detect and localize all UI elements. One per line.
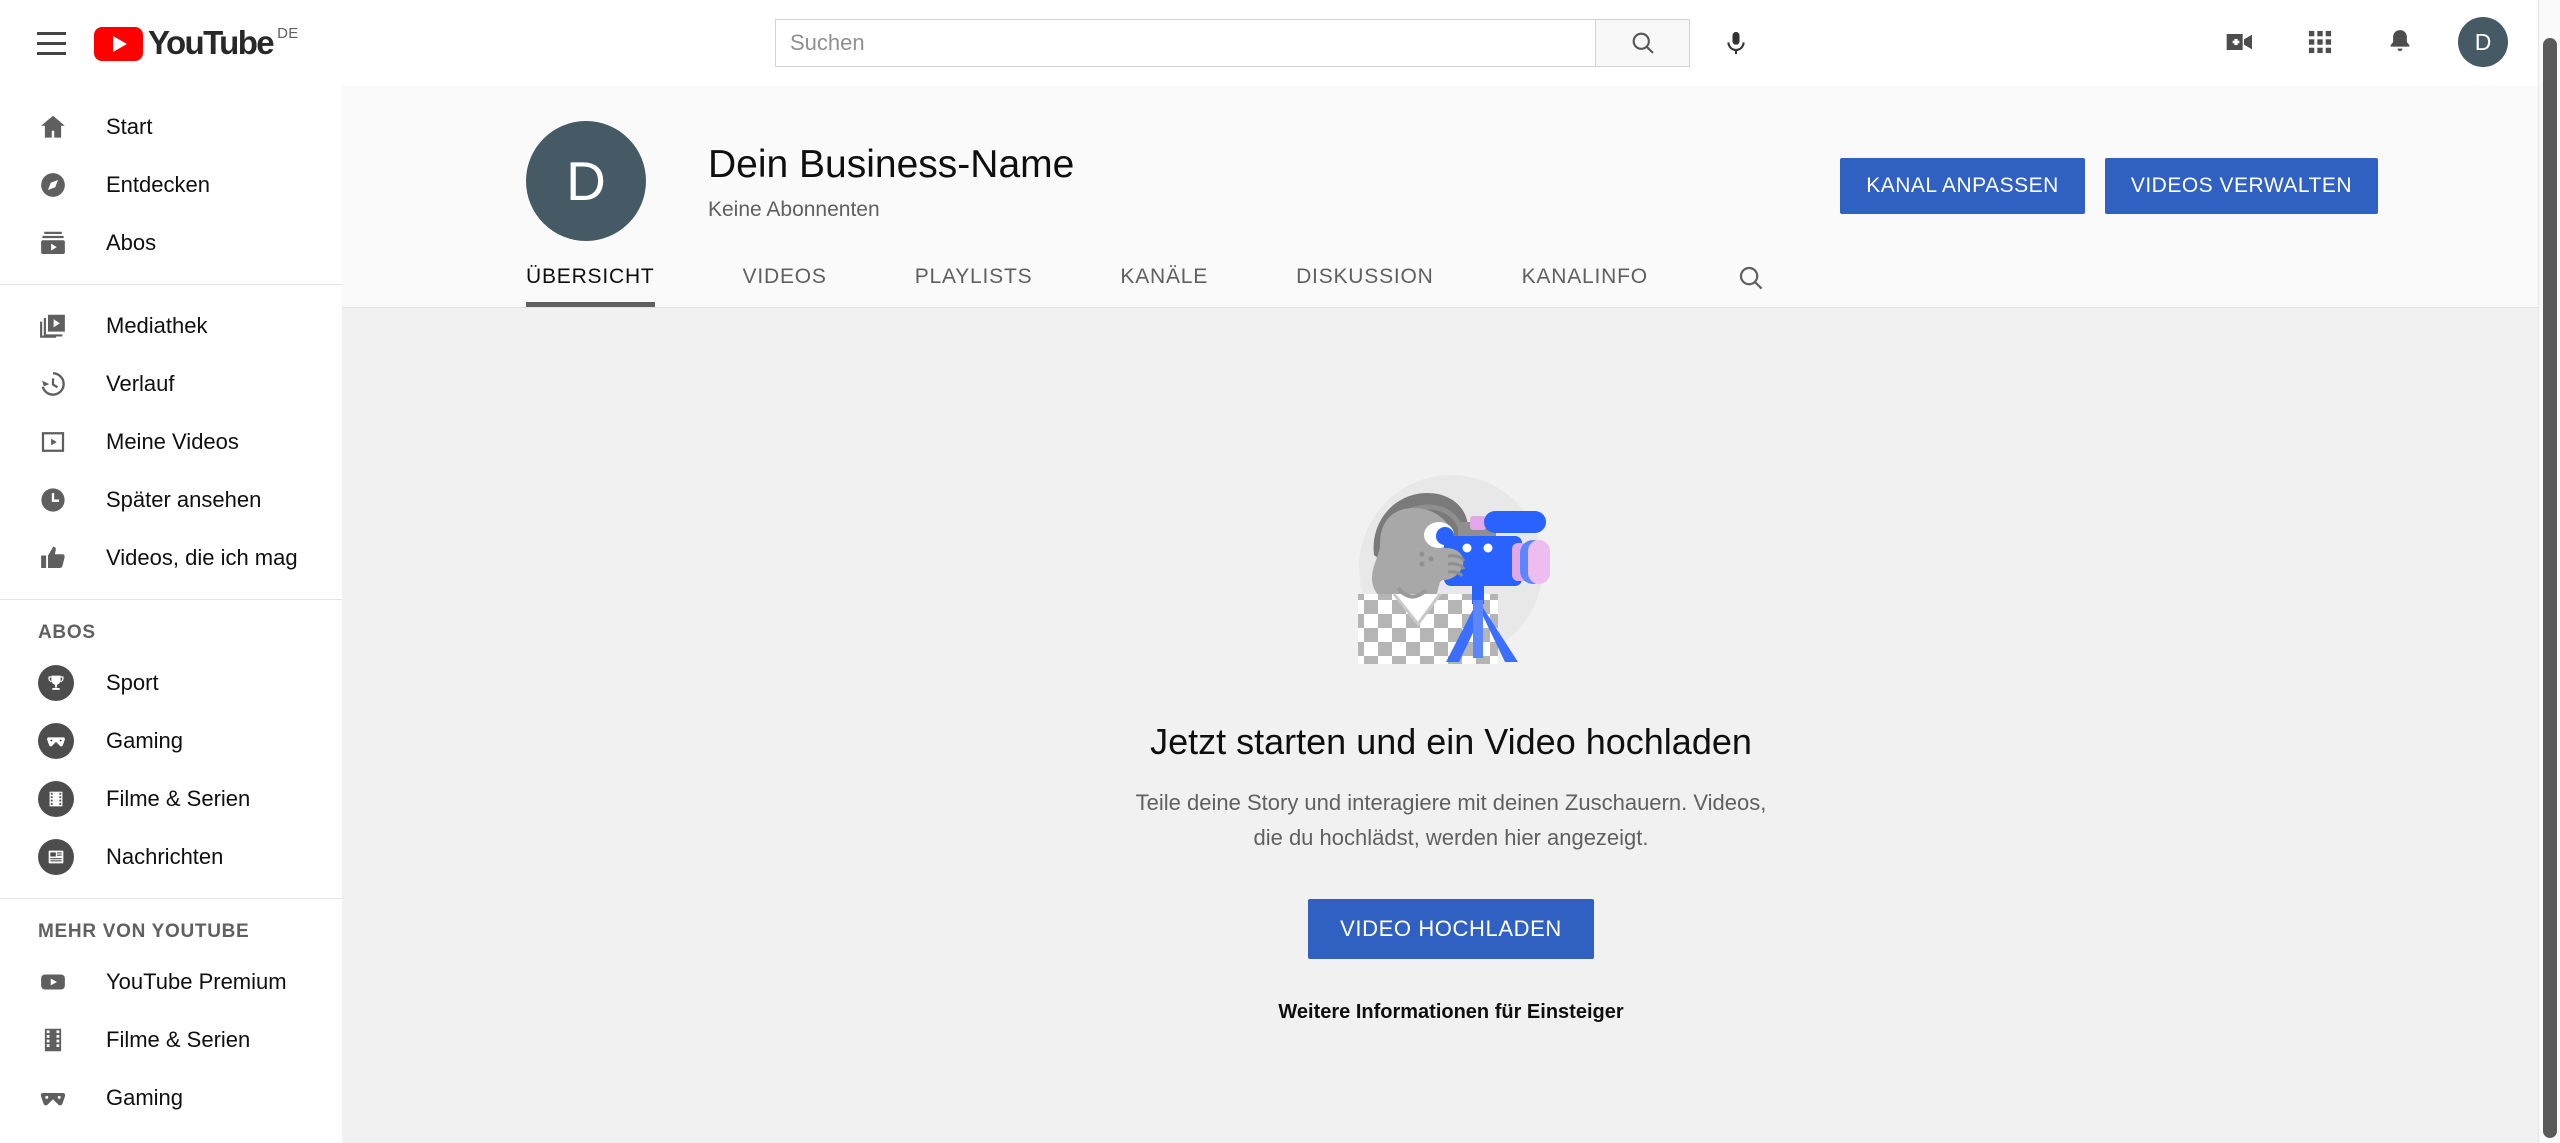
sidebar-item-youtube-premium[interactable]: YouTube Premium [0,953,342,1011]
youtube-apps-button[interactable] [2298,20,2342,64]
microphone-icon [1727,31,1745,55]
sidebar-more-section: YouTube Premium Filme & Serien Gaming [0,953,342,1139]
gamepad-icon [38,723,78,759]
history-icon [38,369,78,399]
youtube-premium-icon [38,967,78,997]
sidebar-item-abos[interactable]: Abos [0,214,342,272]
page-scrollbar[interactable] [2538,0,2560,1143]
sidebar-main-section: Start Entdecken Abos [0,86,342,284]
tab-videos[interactable]: VIDEOS [743,265,827,307]
channel-meta: Dein Business-Name Keine Abonnenten [708,141,1074,222]
sidebar-label: YouTube Premium [106,969,287,994]
sidebar-item-mediathek[interactable]: Mediathek [0,297,342,355]
sidebar-item-filme-serien-abo[interactable]: Filme & Serien [0,770,342,828]
person-with-video-camera-illustration [1358,475,1550,664]
sidebar-label: Meine Videos [106,429,239,454]
sidebar-item-gaming-abo[interactable]: Gaming [0,712,342,770]
sidebar-item-nachrichten[interactable]: Nachrichten [0,828,342,886]
sidebar-label: Videos, die ich mag [106,545,298,570]
sidebar-label: Entdecken [106,172,210,197]
video-add-icon [2226,34,2252,50]
sidebar-label: Mediathek [106,313,208,338]
empty-state-title: Jetzt starten und ein Video hochladen [1150,721,1752,762]
sidebar-subscriptions-section: Sport Gaming Filme & Serien Nachrichten [0,654,342,898]
upload-video-button[interactable]: VIDEO HOCHLADEN [1308,899,1594,959]
sidebar-label: Verlauf [106,371,175,396]
compass-icon [38,170,78,200]
sidebar-library-section: Mediathek Verlauf Meine Videos Später an… [0,285,342,599]
search-area [775,19,1760,67]
sidebar-section-header-more: MEHR VON YOUTUBE [38,921,250,942]
thumbs-up-icon [38,543,78,573]
account-avatar[interactable]: D [2458,17,2508,67]
gamepad-icon [38,1083,78,1113]
main-content: D Dein Business-Name Keine Abonnenten KA… [342,86,2560,1143]
channel-tabs: ÜBERSICHT VIDEOS PLAYLISTS KANÄLE DISKUS… [342,234,2560,308]
sidebar-item-verlauf[interactable]: Verlauf [0,355,342,413]
sidebar-item-spaeter-ansehen[interactable]: Später ansehen [0,471,342,529]
film-icon [38,781,78,817]
sidebar-section-header-abos: ABOS [38,622,96,643]
tab-kanalinfo[interactable]: KANALINFO [1522,265,1648,307]
sidebar-label: Sport [106,670,159,695]
sidebar-label: Filme & Serien [106,786,251,811]
sidebar-item-filme-serien-more[interactable]: Filme & Serien [0,1011,342,1069]
tab-playlists[interactable]: PLAYLISTS [915,265,1033,307]
top-right-actions: D [2218,17,2508,67]
empty-state-description: Teile deine Story und interagiere mit de… [1135,790,1767,850]
my-videos-icon [38,427,78,457]
sidebar-item-gaming-more[interactable]: Gaming [0,1069,342,1127]
library-icon [38,311,78,341]
beginner-info-link[interactable]: Weitere Informationen für Einsteiger [1278,1001,1623,1024]
channel-avatar[interactable]: D [526,121,646,241]
manage-videos-button[interactable]: VIDEOS VERWALTEN [2104,158,2378,214]
home-icon [38,112,78,142]
channel-subscriber-count: Keine Abonnenten [708,197,880,221]
apps-grid-icon [2308,30,2332,54]
channel-name: Dein Business-Name [708,142,1075,186]
bell-icon [2390,30,2410,52]
sidebar-item-start[interactable]: Start [0,98,342,156]
film-strip-icon [38,1025,78,1055]
youtube-play-icon [94,27,143,61]
subscriptions-icon [38,228,78,258]
channel-action-buttons: KANAL ANPASSEN VIDEOS VERWALTEN [1840,158,2378,214]
customize-channel-button[interactable]: KANAL ANPASSEN [1840,158,2085,214]
empty-state: Jetzt starten und ein Video hochladen Te… [342,308,2560,1024]
sidebar-label: Start [106,114,153,139]
channel-header: D Dein Business-Name Keine Abonnenten KA… [342,86,2560,308]
search-icon [1632,32,1654,54]
sidebar-label: Gaming [106,728,184,753]
search-input[interactable] [775,19,1595,67]
sidebar-label: Gaming [106,1085,184,1110]
top-navigation-bar: YouTube DE Suchen D [0,0,2560,86]
sidebar-label: Nachrichten [106,844,224,869]
search-button[interactable] [1595,19,1690,67]
newspaper-icon [38,839,78,875]
sidebar-label: Filme & Serien [106,1027,251,1052]
youtube-country-code: DE [277,25,299,42]
tab-diskussion[interactable]: DISKUSSION [1296,265,1434,307]
sidebar-item-videos-die-ich-mag[interactable]: Videos, die ich mag [0,529,342,587]
create-video-button[interactable] [2218,20,2262,64]
sidebar-item-sport[interactable]: Sport [0,654,342,712]
search-icon [1739,266,1763,290]
youtube-logo[interactable]: YouTube DE [94,23,299,63]
clock-icon [38,485,78,515]
left-sidebar: Start Entdecken Abos Mediathek Verlauf M… [0,86,342,1143]
hamburger-menu-icon[interactable] [18,10,84,76]
tab-uebersicht[interactable]: ÜBERSICHT [526,265,655,307]
sidebar-item-meine-videos[interactable]: Meine Videos [0,413,342,471]
youtube-logo-text: YouTube [148,24,275,61]
trophy-icon [38,665,78,701]
channel-search-button[interactable] [1736,263,1766,307]
notifications-button[interactable] [2378,20,2422,64]
channel-identity-row: D Dein Business-Name Keine Abonnenten KA… [342,86,2560,241]
scrollbar-thumb[interactable] [2543,38,2557,1138]
tab-kanaele[interactable]: KANÄLE [1120,265,1208,307]
sidebar-item-entdecken[interactable]: Entdecken [0,156,342,214]
sidebar-label: Später ansehen [106,487,262,512]
voice-search-button[interactable] [1712,19,1760,67]
sidebar-label: Abos [106,230,157,255]
